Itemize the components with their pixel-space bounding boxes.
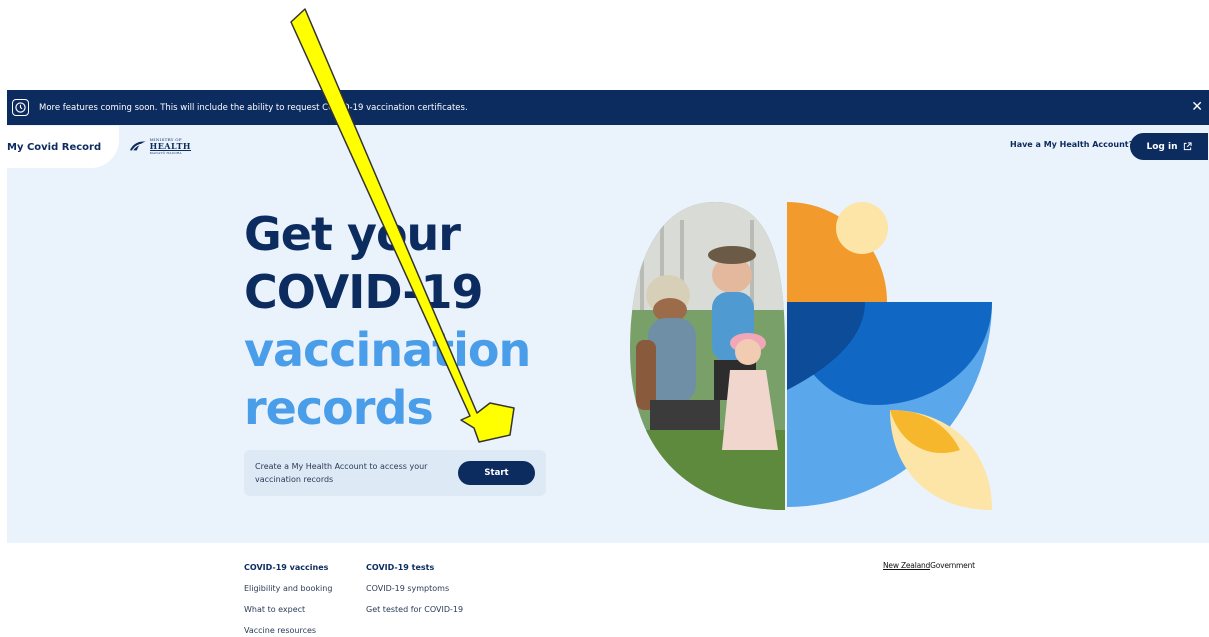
footer-heading-tests: COVID-19 tests bbox=[366, 563, 435, 572]
cta-text: Create a My Health Account to access you… bbox=[255, 462, 428, 484]
banner-text: More features coming soon. This will inc… bbox=[39, 102, 468, 113]
hero-title-line-1: Get your bbox=[244, 207, 461, 261]
hero-title-line-2: COVID-19 bbox=[244, 265, 484, 319]
nz-government-logo[interactable]: New ZealandGovernment bbox=[883, 561, 975, 570]
page: More features coming soon. This will inc… bbox=[0, 0, 1209, 637]
clock-icon bbox=[12, 99, 29, 116]
close-icon[interactable]: ✕ bbox=[1191, 98, 1203, 116]
site-title[interactable]: My Covid Record bbox=[7, 142, 101, 153]
hero-illustration bbox=[630, 202, 992, 510]
login-label: Log in bbox=[1146, 141, 1178, 152]
footer-link-symptoms[interactable]: COVID-19 symptoms bbox=[366, 584, 463, 598]
footer-heading-vaccines: COVID-19 vaccines bbox=[244, 563, 329, 572]
footer-vaccines-column: COVID-19 vaccines Eligibility and bookin… bbox=[244, 563, 332, 637]
sun-circle-shape bbox=[836, 202, 888, 254]
hero-title-line-3: vaccination bbox=[244, 323, 531, 377]
footer-tests-column: COVID-19 tests COVID-19 symptoms Get tes… bbox=[366, 563, 463, 619]
brand-tab[interactable]: My Covid Record bbox=[7, 126, 119, 168]
nz-gov-logo-part-a: New Zealand bbox=[883, 561, 931, 570]
logo-line-3: MANATŪ HAUORA bbox=[149, 150, 182, 155]
nz-gov-logo-part-b: Government bbox=[930, 561, 975, 570]
cta-card: Create a My Health Account to access you… bbox=[244, 450, 546, 496]
footer-link-vaccine-resources[interactable]: Vaccine resources bbox=[244, 626, 332, 637]
footer-link-eligibility[interactable]: Eligibility and booking bbox=[244, 584, 332, 598]
ministry-of-health-logo[interactable]: MINISTRY OF HEALTH MANATŪ HAUORA bbox=[129, 134, 191, 158]
hero-title-line-4: records bbox=[244, 381, 434, 435]
login-button[interactable]: Log in bbox=[1130, 133, 1208, 160]
hero-section bbox=[7, 125, 1209, 543]
account-question: Have a My Health Account? bbox=[1010, 140, 1134, 149]
family-photo bbox=[630, 202, 785, 510]
external-link-icon bbox=[1183, 142, 1192, 151]
footer-link-get-tested[interactable]: Get tested for COVID-19 bbox=[366, 605, 463, 619]
announcement-banner: More features coming soon. This will inc… bbox=[7, 90, 1209, 125]
hero-title: Get your COVID-19 vaccination records bbox=[244, 205, 574, 437]
moh-fern-icon bbox=[129, 141, 146, 151]
footer-link-what-to-expect[interactable]: What to expect bbox=[244, 605, 332, 619]
logo-line-2: HEALTH bbox=[149, 140, 191, 151]
start-button[interactable]: Start bbox=[458, 461, 535, 485]
